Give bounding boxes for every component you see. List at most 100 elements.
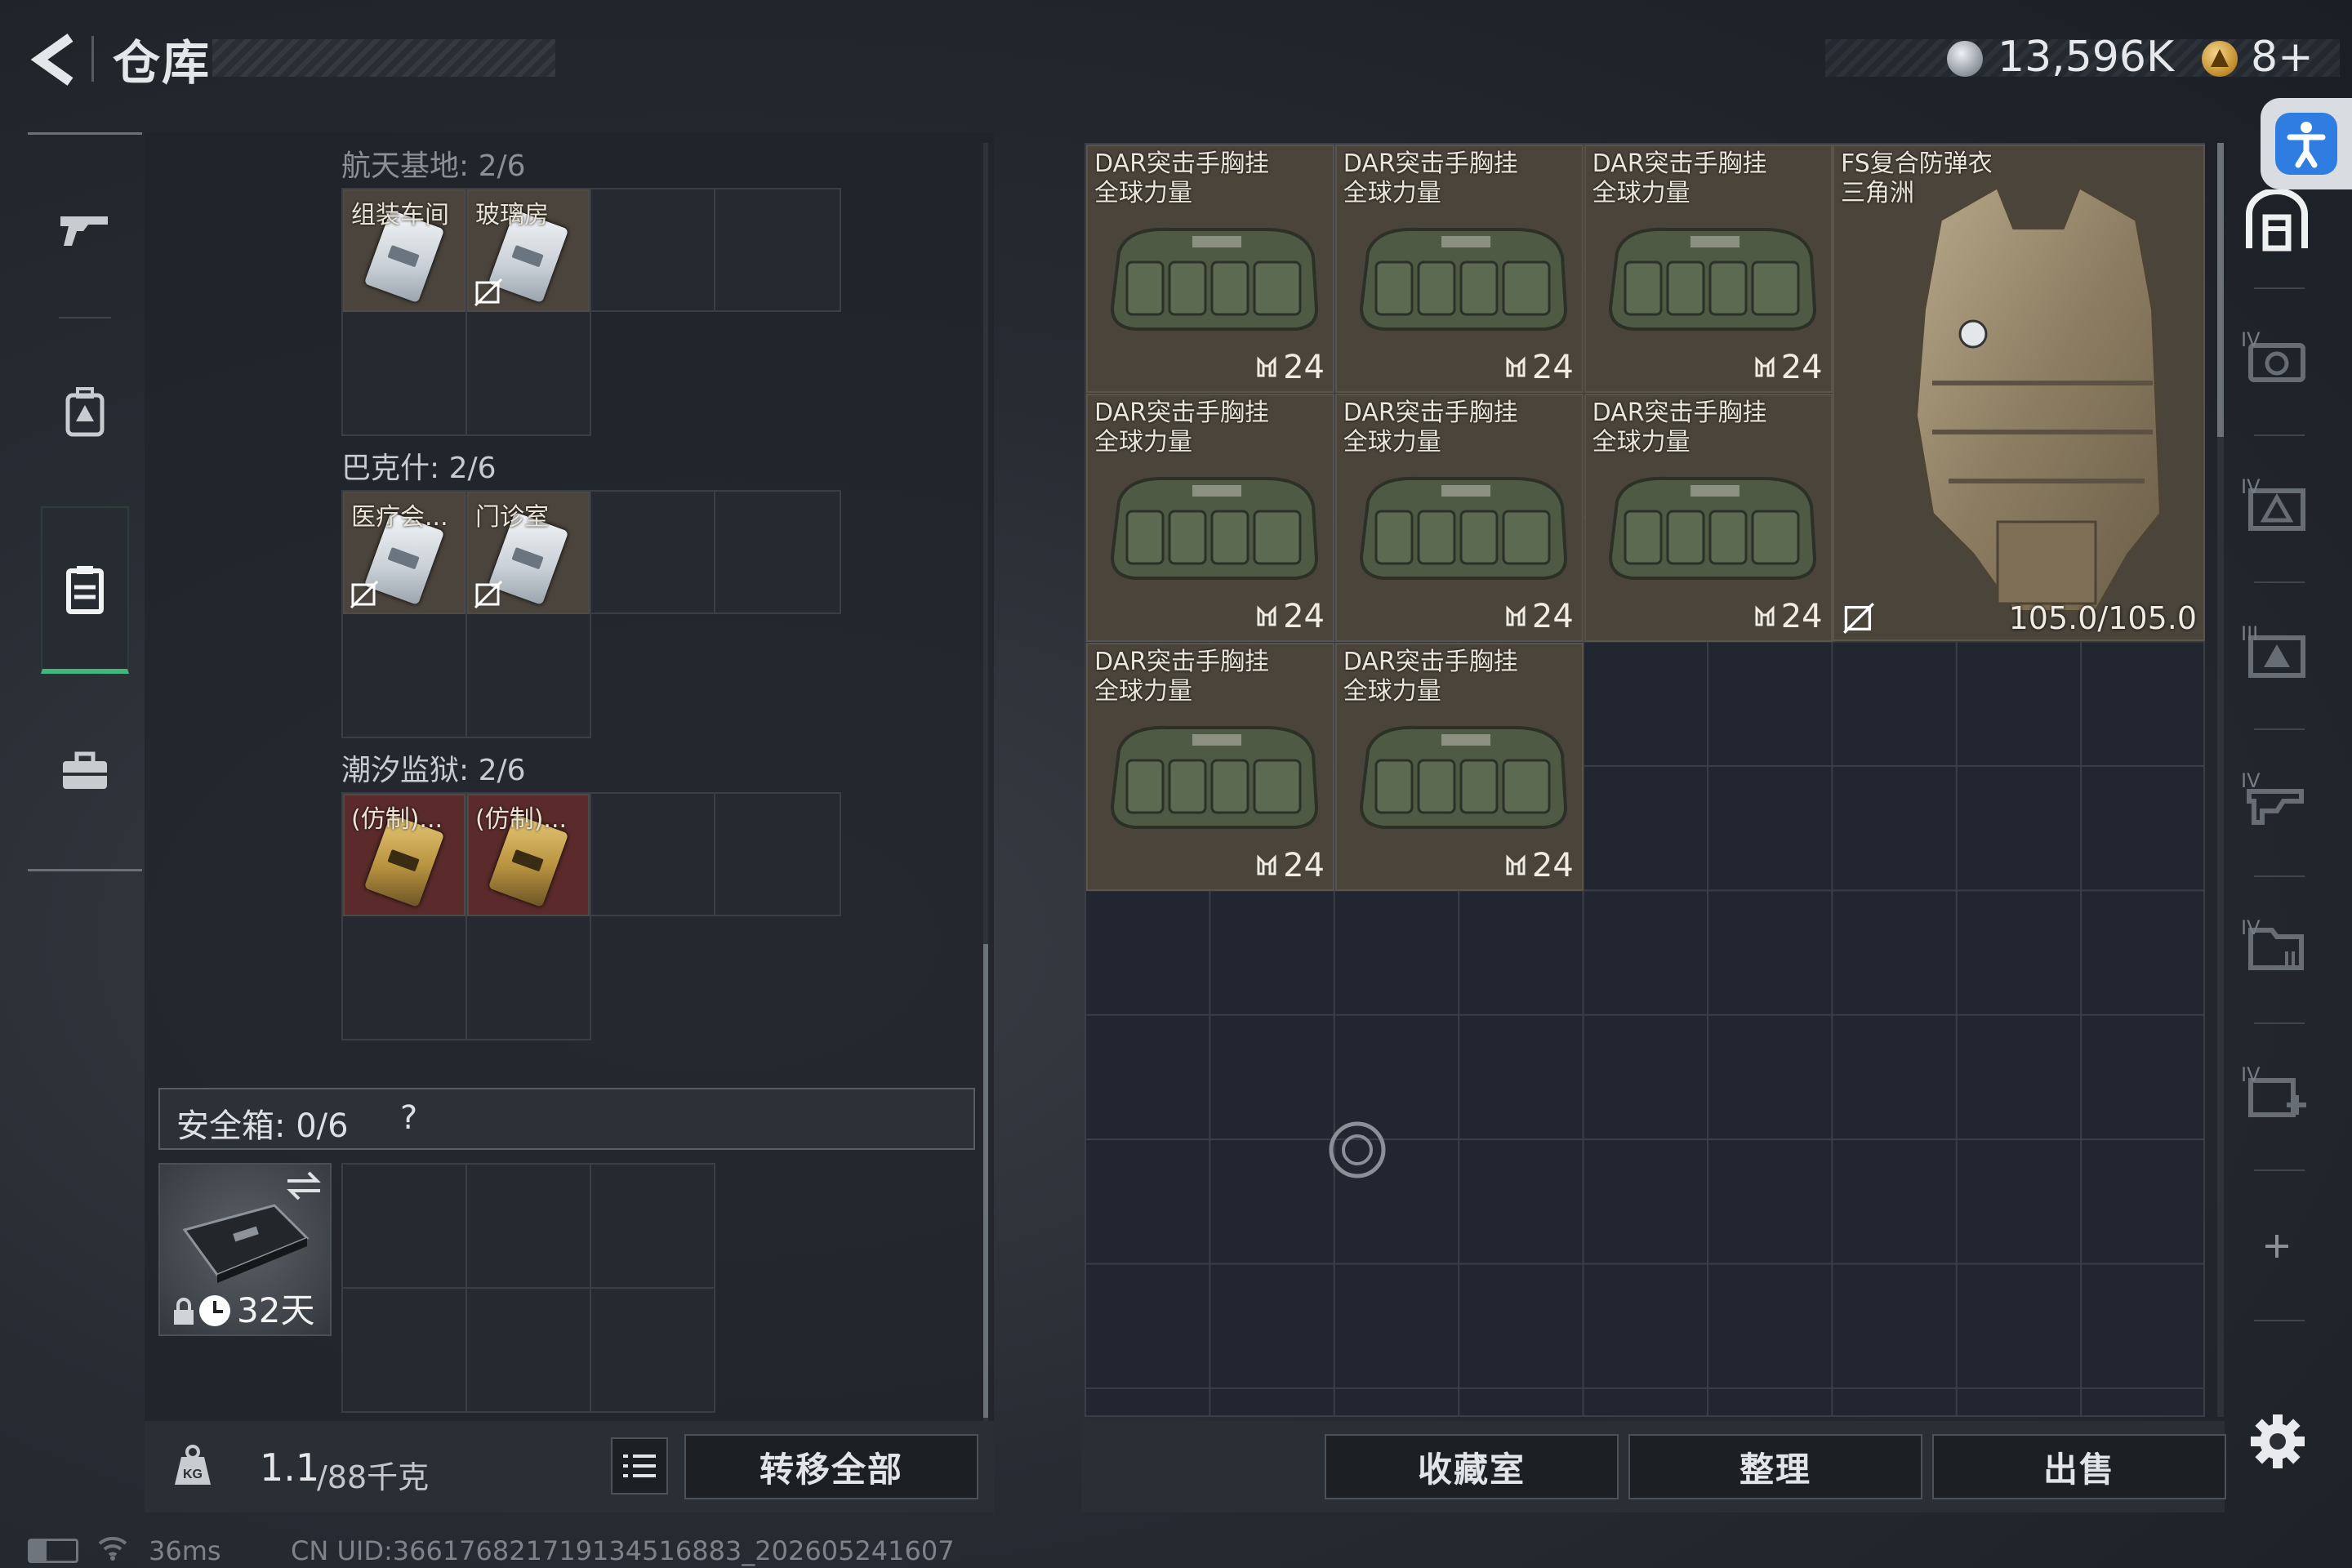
nav-weapons[interactable] bbox=[28, 149, 142, 312]
safe-help-button[interactable]: ? bbox=[400, 1099, 417, 1137]
item-name: DAR突击手胸挂 全球力量 bbox=[1343, 149, 1518, 207]
nav-separator bbox=[59, 317, 111, 318]
collection-room-button[interactable]: 收藏室 bbox=[1325, 1434, 1619, 1499]
key-card-item[interactable]: 组装车间 bbox=[343, 189, 466, 312]
item-label: 组装车间 bbox=[351, 201, 449, 229]
transfer-all-button[interactable]: 转移全部 bbox=[684, 1434, 978, 1499]
capacity-icon bbox=[1506, 853, 1526, 875]
body-armor-icon bbox=[1913, 185, 2163, 613]
item-quantity: 24 bbox=[1753, 598, 1823, 635]
add-storage-button[interactable] bbox=[2236, 1205, 2318, 1287]
title-stripe bbox=[212, 39, 555, 77]
target-reticle-icon bbox=[1329, 1121, 1386, 1178]
accessibility-button[interactable] bbox=[2261, 98, 2352, 189]
side-tab-2[interactable]: IV bbox=[2236, 466, 2318, 547]
side-tab-home[interactable] bbox=[2236, 180, 2318, 261]
tier-label: IV bbox=[2241, 475, 2261, 498]
organize-button[interactable]: 整理 bbox=[1628, 1434, 1922, 1499]
chest-rig-item[interactable]: DAR突击手胸挂 全球力量 24 bbox=[1086, 642, 1334, 891]
chest-rig-item[interactable]: DAR突击手胸挂 全球力量 24 bbox=[1334, 642, 1584, 891]
nav-container[interactable] bbox=[28, 508, 142, 671]
chest-rig-item[interactable]: DAR突击手胸挂 全球力量 24 bbox=[1086, 145, 1334, 393]
side-tab-4[interactable]: IV bbox=[2236, 760, 2318, 841]
item-name: DAR突击手胸挂 全球力量 bbox=[1094, 647, 1269, 706]
capacity-icon bbox=[1755, 605, 1775, 626]
side-separator bbox=[2254, 434, 2305, 436]
capacity-icon bbox=[1506, 356, 1526, 377]
key-card-item[interactable]: (仿制)... bbox=[467, 794, 590, 916]
tier-label: IV bbox=[2241, 1063, 2261, 1086]
no-trade-icon bbox=[1843, 603, 1874, 634]
key-card-item[interactable]: (仿制)... bbox=[343, 794, 466, 916]
page-title: 仓库 bbox=[113, 35, 212, 91]
side-separator bbox=[2254, 1022, 2305, 1024]
key-card-item[interactable]: 医疗会... bbox=[343, 492, 466, 614]
sell-button[interactable]: 出售 bbox=[1932, 1434, 2226, 1499]
item-quantity: 24 bbox=[1504, 847, 1574, 884]
side-separator bbox=[2254, 875, 2305, 877]
capacity-icon bbox=[1257, 605, 1276, 626]
armor-durability: 105.0/105.0 bbox=[2008, 600, 2197, 636]
chest-rig-item[interactable]: DAR突击手胸挂 全球力量 24 bbox=[1584, 393, 1833, 642]
wifi-icon bbox=[98, 1536, 127, 1561]
lock-icon bbox=[174, 1298, 194, 1325]
item-name: DAR突击手胸挂 全球力量 bbox=[1592, 398, 1767, 457]
chest-rig-icon bbox=[1608, 476, 1816, 580]
left-scrollbar[interactable] bbox=[983, 944, 988, 1418]
item-name: DAR突击手胸挂 全球力量 bbox=[1094, 149, 1269, 207]
side-tab-1[interactable]: IV bbox=[2236, 318, 2318, 400]
section-label-bakhshi: 巴克什: 2/6 bbox=[341, 452, 497, 485]
chest-rig-icon bbox=[1110, 227, 1319, 331]
safe-box-grid[interactable] bbox=[341, 1163, 715, 1413]
item-label: 玻璃房 bbox=[475, 201, 549, 229]
ticket-count[interactable]: 8+ bbox=[2251, 33, 2314, 82]
currency-amount[interactable]: 13,596K bbox=[1998, 33, 2174, 82]
armor-item[interactable]: FS复合防弹衣 三角洲 105.0/105.0 bbox=[1833, 145, 2205, 641]
weight-kg-icon: KG bbox=[170, 1442, 216, 1491]
safe-box-item[interactable]: 32天 bbox=[158, 1163, 332, 1336]
chest-rig-item[interactable]: DAR突击手胸挂 全球力量 24 bbox=[1334, 145, 1584, 393]
item-quantity: 24 bbox=[1504, 598, 1574, 635]
capacity-icon bbox=[1257, 853, 1276, 875]
tier-label: III bbox=[2241, 622, 2259, 645]
side-tab-6[interactable]: IV bbox=[2236, 1054, 2318, 1135]
item-name: DAR突击手胸挂 全球力量 bbox=[1343, 398, 1518, 457]
item-name: DAR突击手胸挂 全球力量 bbox=[1094, 398, 1269, 457]
storage-home-icon bbox=[2246, 189, 2308, 252]
item-quantity: 24 bbox=[1255, 847, 1325, 884]
list-view-button[interactable] bbox=[611, 1437, 668, 1494]
chest-rig-item[interactable]: DAR突击手胸挂 全球力量 24 bbox=[1086, 393, 1334, 642]
key-card-item[interactable]: 门诊室 bbox=[467, 492, 590, 614]
ping-label: 36ms bbox=[149, 1535, 221, 1566]
chest-rig-icon bbox=[1359, 476, 1567, 580]
side-separator bbox=[2254, 1320, 2305, 1321]
side-tab-3[interactable]: III bbox=[2236, 612, 2318, 694]
side-separator bbox=[2254, 287, 2305, 289]
weight-capacity: /88千克 bbox=[317, 1459, 430, 1495]
swap-icon[interactable] bbox=[284, 1169, 323, 1202]
key-row-grid bbox=[341, 915, 591, 1040]
chest-rig-item[interactable]: DAR突击手胸挂 全球力量 24 bbox=[1334, 393, 1584, 642]
nav-toolbox[interactable] bbox=[28, 689, 142, 853]
nav-backpack[interactable] bbox=[28, 330, 142, 493]
capacity-icon bbox=[1506, 605, 1526, 626]
no-trade-icon bbox=[474, 278, 503, 307]
side-tab-5[interactable]: IV bbox=[2236, 906, 2318, 988]
side-separator bbox=[2254, 581, 2305, 583]
stash-scrollbar[interactable] bbox=[2217, 143, 2224, 437]
weight-value: 1.1 bbox=[260, 1446, 320, 1490]
chest-rig-icon bbox=[1359, 725, 1567, 829]
clock-icon bbox=[199, 1295, 230, 1326]
safe-case-icon bbox=[182, 1204, 310, 1283]
svg-text:KG: KG bbox=[183, 1468, 203, 1481]
item-quantity: 24 bbox=[1255, 598, 1325, 635]
toolbox-icon bbox=[63, 751, 107, 789]
battery-icon bbox=[28, 1539, 78, 1563]
settings-button[interactable] bbox=[2247, 1411, 2308, 1475]
tier-label: IV bbox=[2241, 916, 2261, 939]
chest-rig-item[interactable]: DAR突击手胸挂 全球力量 24 bbox=[1584, 145, 1833, 393]
key-card-item[interactable]: 玻璃房 bbox=[467, 189, 590, 312]
chest-rig-icon bbox=[1110, 725, 1319, 829]
back-button[interactable] bbox=[28, 31, 85, 88]
silver-coin-icon bbox=[1947, 41, 1983, 77]
